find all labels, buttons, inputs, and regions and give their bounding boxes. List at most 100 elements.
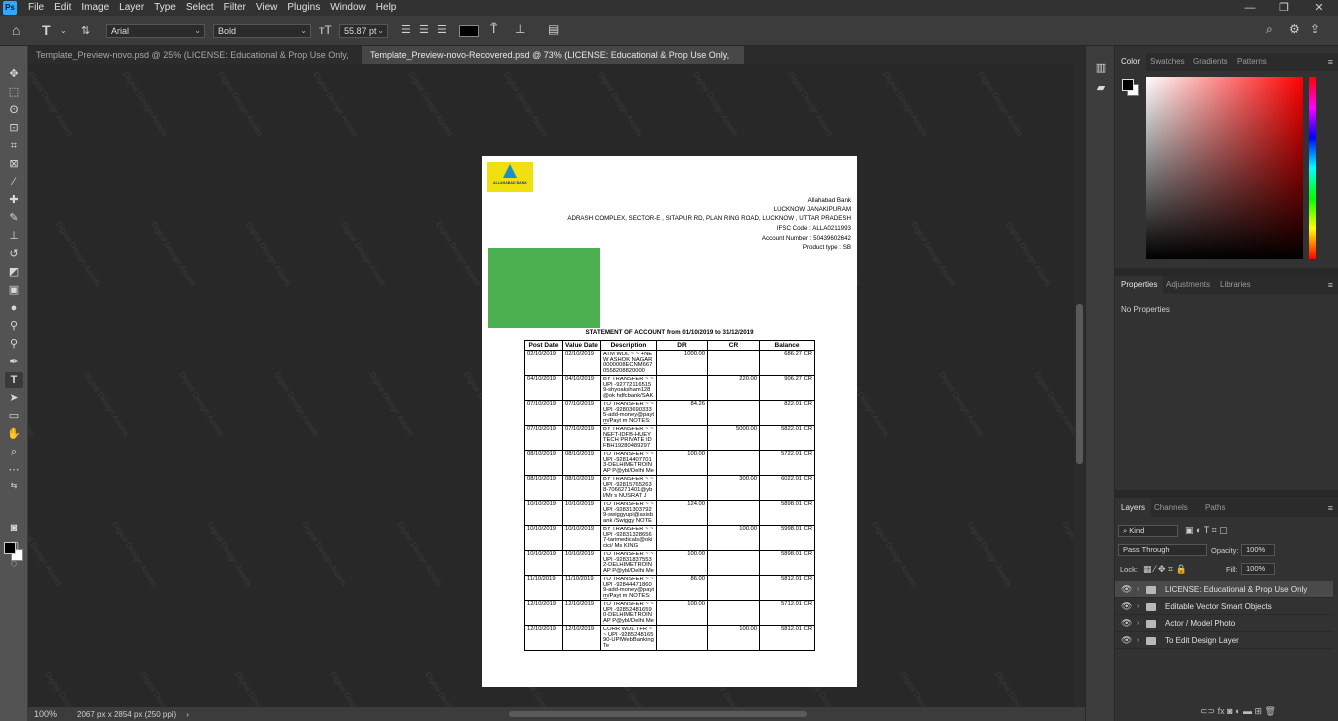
rectangle-tool-icon[interactable]: ▭	[5, 408, 23, 424]
menu-edit[interactable]: Edit	[49, 0, 76, 16]
menu-window[interactable]: Window	[325, 0, 371, 16]
layer-actions-icons[interactable]: ⊂⊃ fx ◙ ◐ ▬ ⊞ 🗑	[1200, 706, 1276, 717]
align-right-icon[interactable]: ☰	[437, 23, 447, 36]
clone-stamp-tool-icon[interactable]: ⊥	[5, 228, 23, 244]
pen-tool-icon[interactable]: ✒	[5, 354, 23, 370]
warp-text-icon[interactable]: T̃	[490, 22, 497, 36]
font-family-select[interactable]: Arial ⌄	[106, 24, 205, 38]
canvas-area[interactable]: Digital Design Assets Digital Design Asse…	[28, 64, 1074, 707]
gradient-tool-icon[interactable]: ▣	[5, 282, 23, 298]
text-orientation-icon[interactable]: ⇅	[81, 24, 90, 37]
tab-paths[interactable]: Paths	[1199, 499, 1231, 517]
chevron-right-icon[interactable]: ›	[1137, 632, 1139, 649]
panel-menu-icon[interactable]: ≡	[1328, 503, 1333, 513]
tab-patterns[interactable]: Patterns	[1231, 53, 1273, 71]
lasso-tool-icon[interactable]: ʘ	[5, 102, 23, 118]
status-menu-chevron-icon[interactable]: ›	[186, 710, 189, 719]
vertical-scroll-thumb[interactable]	[1076, 304, 1083, 464]
tab-layers[interactable]: Layers	[1115, 499, 1152, 517]
chevron-right-icon[interactable]: ›	[1137, 581, 1139, 598]
align-left-icon[interactable]: ☰	[401, 23, 411, 36]
font-size-input[interactable]: 55.87 pt ⌄	[339, 24, 388, 38]
tab-channels[interactable]: Channels	[1148, 499, 1194, 517]
menu-plugins[interactable]: Plugins	[282, 0, 325, 16]
layer-row[interactable]: 👁 › To Edit Design Layer	[1115, 632, 1333, 649]
move-tool-icon[interactable]: ✥	[5, 66, 23, 82]
eraser-tool-icon[interactable]: ◩	[5, 264, 23, 280]
hand-tool-icon[interactable]: ✋	[5, 426, 23, 442]
panel-menu-icon[interactable]: ≡	[1328, 57, 1333, 67]
color-panel-foreground-swatch[interactable]	[1122, 79, 1134, 91]
type-tool-icon[interactable]: T	[5, 372, 23, 388]
menu-filter[interactable]: Filter	[219, 0, 251, 16]
blend-mode-select[interactable]: Pass Through	[1118, 544, 1207, 556]
share-icon[interactable]: ⇪	[1310, 22, 1320, 36]
eyedropper-tool-icon[interactable]: ⁄	[5, 174, 23, 190]
home-icon[interactable]: ⌂	[12, 22, 20, 38]
tab-libraries[interactable]: Libraries	[1214, 276, 1257, 294]
comments-panel-icon[interactable]: ▰	[1092, 80, 1110, 96]
menu-layer[interactable]: Layer	[114, 0, 149, 16]
filter-type-icons[interactable]: ▣ ◐ T ⌗ ▢	[1185, 525, 1228, 536]
chevron-right-icon[interactable]: ›	[1137, 598, 1139, 615]
eye-icon[interactable]: 👁	[1121, 581, 1132, 598]
swap-colors-icon[interactable]: ⇆	[5, 478, 23, 494]
layer-row[interactable]: 👁 › Actor / Model Photo	[1115, 615, 1333, 632]
horizontal-scrollbar[interactable]	[509, 711, 807, 717]
tab-color[interactable]: Color	[1115, 53, 1147, 71]
layer-filter-kind-select[interactable]: ⌕ Kind	[1118, 525, 1178, 537]
layer-row[interactable]: 👁 › Editable Vector Smart Objects	[1115, 598, 1333, 615]
align-center-icon[interactable]: ☰	[419, 23, 429, 36]
object-select-tool-icon[interactable]: ⊡	[5, 120, 23, 136]
more-tools-icon[interactable]: ⋯	[5, 462, 23, 478]
character-panel-icon[interactable]: ⊥	[515, 22, 525, 36]
font-style-select[interactable]: Bold ⌄	[213, 24, 311, 38]
fill-input[interactable]: 100%	[1241, 563, 1275, 575]
chevron-down-icon[interactable]: ⌄	[60, 26, 67, 35]
menu-type[interactable]: Type	[149, 0, 181, 16]
eye-icon[interactable]: 👁	[1121, 598, 1132, 615]
blur-tool-icon[interactable]: ●	[5, 300, 23, 316]
opacity-input[interactable]: 100%	[1241, 544, 1275, 556]
chevron-right-icon[interactable]: ›	[1137, 615, 1139, 632]
close-window-button[interactable]: ✕	[1302, 0, 1336, 16]
history-brush-tool-icon[interactable]: ↺	[5, 246, 23, 262]
path-selection-tool-icon[interactable]: ➤	[5, 390, 23, 406]
menu-image[interactable]: Image	[76, 0, 114, 16]
search-icon[interactable]: ⌕	[1266, 22, 1273, 37]
marquee-tool-icon[interactable]: ⬚	[5, 84, 23, 100]
menu-view[interactable]: View	[251, 0, 283, 16]
vertical-scrollbar[interactable]	[1074, 64, 1085, 707]
3d-icon[interactable]: ▤	[548, 22, 559, 36]
maximize-button[interactable]: ❐	[1267, 0, 1301, 16]
tab-properties[interactable]: Properties	[1115, 276, 1164, 294]
workspace-icon[interactable]: ⚙	[1289, 22, 1300, 36]
eye-icon[interactable]: 👁	[1121, 632, 1132, 649]
type-tool-preset-icon[interactable]: T	[42, 22, 51, 38]
minimize-button[interactable]: —	[1233, 0, 1267, 16]
tab-document-1[interactable]: Template_Preview-novo.psd @ 25% (LICENSE…	[28, 46, 359, 78]
panel-menu-icon[interactable]: ≡	[1328, 280, 1333, 290]
tab-gradients[interactable]: Gradients	[1187, 53, 1234, 71]
extras-icon[interactable]: ◌	[5, 556, 23, 572]
menu-help[interactable]: Help	[371, 0, 402, 16]
eye-icon[interactable]: 👁	[1121, 615, 1132, 632]
brush-tool-icon[interactable]: ✎	[5, 210, 23, 226]
history-panel-icon[interactable]: ▥	[1092, 60, 1110, 76]
quick-mask-icon[interactable]: ◙	[5, 520, 23, 536]
zoom-tool-icon[interactable]: ⌕	[5, 444, 23, 460]
tab-adjustments[interactable]: Adjustments	[1160, 276, 1216, 294]
tab-swatches[interactable]: Swatches	[1144, 53, 1191, 71]
menu-file[interactable]: File	[23, 0, 49, 16]
foreground-color-swatch[interactable]	[4, 542, 16, 554]
healing-brush-tool-icon[interactable]: ✚	[5, 192, 23, 208]
frame-tool-icon[interactable]: ⊠	[5, 156, 23, 172]
crop-tool-icon[interactable]: ⌗	[5, 138, 23, 154]
color-picker-field[interactable]	[1146, 77, 1303, 259]
lock-options-icons[interactable]: ▦ ⁄ ✥ ⌗ 🔒	[1143, 564, 1187, 575]
tab-document-2[interactable]: Template_Preview-novo-Recovered.psd @ 73…	[362, 46, 744, 78]
zoom-level[interactable]: 100%	[34, 709, 57, 719]
burn-tool-icon[interactable]: ⚲	[5, 336, 23, 352]
dodge-tool-icon[interactable]: ⚲	[5, 318, 23, 334]
layer-row[interactable]: 👁 › LICENSE: Educational & Prop Use Only	[1115, 581, 1333, 598]
